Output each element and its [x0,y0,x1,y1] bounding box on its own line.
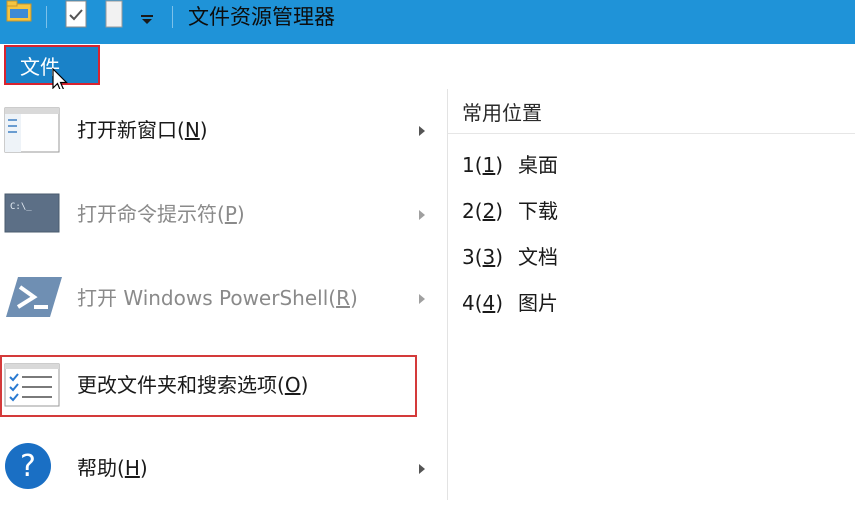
titlebar-separator [46,6,47,28]
properties-icon[interactable] [64,0,88,32]
quick-access-dropdown-icon[interactable] [140,10,154,29]
place-item-pictures[interactable]: 4(4) 图片 [462,289,558,317]
frequent-places-panel: 常用位置 1(1) 桌面 2(2) 下载 3(3) 文档 4(4) 图片 [448,89,855,500]
divider [448,133,855,134]
titlebar-separator [172,6,173,28]
place-item-documents[interactable]: 3(3) 文档 [462,243,558,271]
svg-text:C:\_: C:\_ [10,202,32,212]
submenu-arrow-icon [419,126,425,136]
command-prompt-icon: C:\_ [4,193,60,237]
place-item-desktop[interactable]: 1(1) 桌面 [462,151,558,179]
help-icon: ? [4,442,52,494]
frequent-places-header: 常用位置 [462,101,542,125]
ribbon-bar [0,44,855,90]
window-icon [4,107,60,157]
highlight-annotation [0,355,417,417]
new-folder-icon[interactable] [104,0,124,32]
menu-item-label: 打开新窗口(N) [77,118,208,142]
file-menu: 打开新窗口(N) C:\_ 打开命令提示符(P) 打开 Windows Powe… [0,89,448,500]
menu-item-open-new-window[interactable]: 打开新窗口(N) [0,89,447,173]
menu-item-label: 打开 Windows PowerShell(R) [77,286,358,310]
svg-text:?: ? [20,449,36,484]
title-bar: 文件资源管理器 [0,0,855,44]
powershell-icon [4,275,64,323]
menu-item-label: 帮助(H) [77,456,148,480]
menu-item-open-powershell[interactable]: 打开 Windows PowerShell(R) [0,257,447,341]
menu-item-label: 打开命令提示符(P) [77,202,245,226]
menu-item-open-command-prompt[interactable]: C:\_ 打开命令提示符(P) [0,173,447,257]
menu-item-help[interactable]: ? 帮助(H) [0,425,447,509]
window-title: 文件资源管理器 [188,5,335,29]
submenu-arrow-icon [419,294,425,304]
file-explorer-folder-icon[interactable] [6,0,32,26]
place-item-downloads[interactable]: 2(2) 下载 [462,197,558,225]
submenu-arrow-icon [419,210,425,220]
submenu-arrow-icon [419,464,425,474]
